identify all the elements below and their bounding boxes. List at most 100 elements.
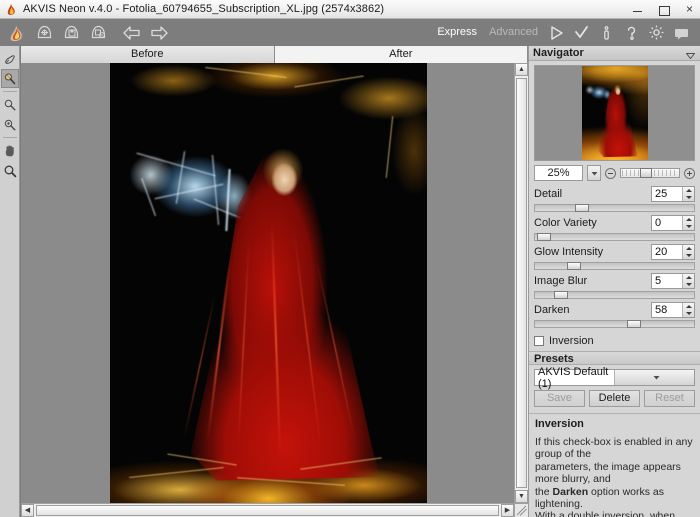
image-blur-spinner[interactable]: 5 [651,273,695,289]
open-image-button[interactable] [31,20,58,45]
image-blur-slider-thumb[interactable] [554,291,569,299]
image-blur-value[interactable]: 5 [652,274,682,288]
stepper-up-icon[interactable] [685,305,692,308]
help-panel: Inversion If this check-box is enabled i… [529,413,700,517]
detail-value[interactable]: 25 [652,187,682,201]
inversion-checkbox[interactable] [534,335,544,346]
stepper-down-icon[interactable] [685,196,692,199]
mode-advanced-button[interactable]: Advanced [483,20,544,45]
close-button[interactable]: × [683,3,696,16]
darken-value[interactable]: 58 [652,303,682,317]
save-image-button[interactable] [58,20,85,45]
triangle-left-icon: ◀ [24,507,31,514]
print-image-button[interactable] [85,20,112,45]
stepper-down-icon[interactable] [685,312,692,315]
preset-delete-button[interactable]: Delete [589,390,640,407]
navigator-thumbnail[interactable] [534,65,695,161]
preferences-gear-icon[interactable] [644,20,669,45]
detail-spinner[interactable]: 25 [651,186,695,202]
image-canvas[interactable] [21,63,528,503]
stepper-up-icon[interactable] [685,247,692,250]
image-blur-stepper[interactable] [682,274,694,288]
parameter-label: Image Blur [534,275,588,287]
parameter-image-blur: Image Blur 5 [529,273,700,299]
darken-spinner[interactable]: 58 [651,302,695,318]
parameters-group: Detail 25 Color Variety 0 Glow Intensity… [529,186,700,347]
image-blur-slider[interactable] [534,291,695,299]
triangle-right-icon: ▶ [504,507,511,514]
inversion-checkbox-row[interactable]: Inversion [529,331,700,347]
horizontal-scroll-thumb[interactable] [36,505,499,516]
application-window: AKVIS Neon v.4.0 - Fotolia_60794655_Subs… [0,0,700,517]
preset-reset-button[interactable]: Reset [644,390,695,407]
scroll-down-button[interactable]: ▼ [515,490,528,503]
stepper-up-icon[interactable] [685,189,692,192]
darken-slider[interactable] [534,320,695,328]
glow-intensity-stepper[interactable] [682,245,694,259]
canvas-horizontal-scrollbar[interactable]: ◀ ▶ [21,503,514,517]
detail-stepper[interactable] [682,187,694,201]
sidebar-item-eyedropper-tool[interactable] [1,95,19,114]
tab-before[interactable]: Before [21,46,275,63]
zoom-out-button[interactable] [605,167,616,179]
minimize-button[interactable] [631,3,644,16]
triangle-up-icon: ▲ [518,66,525,73]
glow-intensity-spinner[interactable]: 20 [651,244,695,260]
color-variety-stepper[interactable] [682,216,694,230]
help-button[interactable] [619,20,644,45]
darken-slider-thumb[interactable] [627,320,642,328]
chevron-down-icon[interactable] [614,370,694,385]
navigator-title: Navigator [533,47,584,59]
run-button[interactable] [544,20,569,45]
stepper-down-icon[interactable] [685,254,692,257]
chevron-down-icon[interactable] [685,49,696,60]
navigator-preview-image [581,66,648,160]
color-variety-value[interactable]: 0 [652,216,682,230]
sidebar-item-history-brush-tool[interactable] [1,49,19,68]
comments-speech-bubble-icon[interactable] [669,20,694,45]
window-title: AKVIS Neon v.4.0 - Fotolia_60794655_Subs… [23,3,385,15]
darken-stepper[interactable] [682,303,694,317]
tab-after[interactable]: After [274,46,528,63]
stepper-up-icon[interactable] [685,276,692,279]
zoom-slider[interactable] [620,168,680,178]
stepper-down-icon[interactable] [685,225,692,228]
glow-intensity-slider-thumb[interactable] [566,262,581,270]
scroll-right-button[interactable]: ▶ [501,504,514,517]
preset-select[interactable]: AKVIS Default (1) [534,366,695,390]
zoom-dropdown-button[interactable] [587,165,601,181]
stepper-up-icon[interactable] [685,218,692,221]
redo-button[interactable] [145,20,172,45]
vertical-scroll-thumb[interactable] [516,78,527,488]
sidebar-item-quick-selection-tool[interactable] [1,115,19,134]
color-variety-spinner[interactable]: 0 [651,215,695,231]
sidebar-item-smudge-tool[interactable] [0,69,19,88]
maximize-button[interactable] [657,3,670,16]
mode-express-button[interactable]: Express [431,20,483,45]
resize-grip-icon[interactable] [514,503,528,517]
sidebar-item-hand-tool[interactable] [1,141,19,160]
help-line-3: the Darken option works as lightening. [535,486,694,511]
apply-button[interactable] [569,20,594,45]
detail-slider-thumb[interactable] [574,204,589,212]
color-variety-slider-thumb[interactable] [536,233,551,241]
scroll-up-button[interactable]: ▲ [515,63,528,76]
detail-slider[interactable] [534,204,695,212]
preset-save-button[interactable]: Save [534,390,585,407]
glow-intensity-value[interactable]: 20 [652,245,682,259]
color-variety-slider[interactable] [534,233,695,241]
info-button[interactable] [594,20,619,45]
akvis-logo-button[interactable] [4,20,31,45]
stepper-down-icon[interactable] [685,283,692,286]
window-controls: × [631,0,696,19]
zoom-in-button[interactable] [684,167,695,179]
glow-intensity-slider[interactable] [534,262,695,270]
undo-button[interactable] [118,20,145,45]
toolbar-divider-1 [2,91,17,92]
preset-buttons: Save Delete Reset [534,390,695,407]
sidebar-item-zoom-tool[interactable] [1,161,19,180]
canvas-vertical-scrollbar[interactable]: ▲ ▼ [514,63,528,503]
zoom-slider-thumb[interactable] [640,168,653,178]
zoom-value-field[interactable]: 25% [534,165,583,181]
scroll-left-button[interactable]: ◀ [21,504,34,517]
